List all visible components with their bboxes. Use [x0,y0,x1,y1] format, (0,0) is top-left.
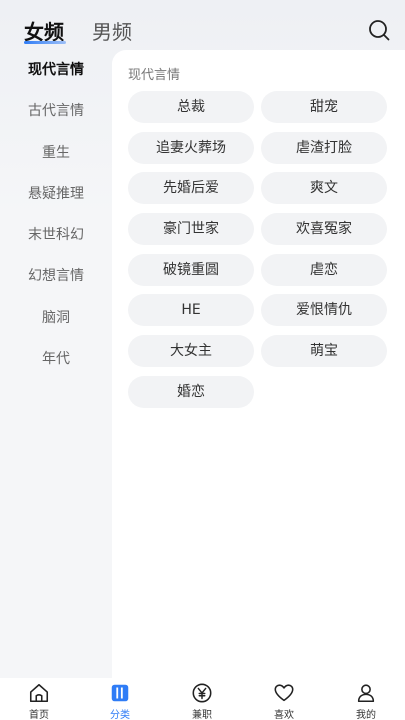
heart-icon [274,684,294,702]
tag-chip[interactable]: 婚恋 [128,376,254,408]
bottom-nav: 首页 分类 兼职 喜欢 我的 [0,678,405,720]
nav-parttime[interactable]: 兼职 [172,682,232,720]
app-screen: 女频 男频 现代言情 古代言情 重生 悬疑推理 末世科幻 幻想言情 脑洞 年代 … [0,0,405,720]
tag-chip[interactable]: 爱恨情仇 [261,294,387,326]
tab-male[interactable]: 男频 [92,16,132,45]
tag-chip[interactable]: 豪门世家 [128,213,254,245]
home-icon [29,683,49,703]
tag-chip[interactable]: 追妻火葬场 [128,132,254,164]
tag-chip[interactable]: 欢喜冤家 [261,213,387,245]
search-icon [369,20,390,41]
sidebar-item-brainhole[interactable]: 脑洞 [0,306,112,330]
nav-home-label: 首页 [29,710,49,720]
tag-chip[interactable]: 甜宠 [261,91,387,123]
nav-parttime-label: 兼职 [192,710,212,720]
tag-chip[interactable]: HE [128,294,254,326]
user-icon [357,684,375,703]
tag-chip[interactable]: 总裁 [128,91,254,123]
tag-chip[interactable]: 先婚后爱 [128,172,254,204]
tag-chip[interactable]: 破镜重圆 [128,254,254,286]
nav-category[interactable]: 分类 [90,682,150,720]
nav-favorites-label: 喜欢 [274,710,294,720]
active-tab-indicator [24,41,66,44]
tag-chip[interactable]: 大女主 [128,335,254,367]
sidebar-item-rebirth[interactable]: 重生 [0,141,112,165]
tag-chip[interactable]: 虐渣打脸 [261,132,387,164]
tag-chip[interactable]: 爽文 [261,172,387,204]
search-button[interactable] [367,18,391,42]
sidebar-item-fantasy-romance[interactable]: 幻想言情 [0,264,112,288]
sidebar-item-mystery[interactable]: 悬疑推理 [0,182,112,206]
category-sidebar: 现代言情 古代言情 重生 悬疑推理 末世科幻 幻想言情 脑洞 年代 [0,50,112,678]
nav-favorites[interactable]: 喜欢 [254,682,314,720]
sidebar-item-modern-romance[interactable]: 现代言情 [0,58,112,82]
sidebar-item-ancient-romance[interactable]: 古代言情 [0,99,112,123]
top-header: 女频 男频 [0,0,405,50]
section-title: 现代言情 [128,68,181,83]
category-icon [111,684,129,702]
yen-icon [192,683,212,703]
sidebar-item-apocalypse-scifi[interactable]: 末世科幻 [0,223,112,247]
tag-panel: 现代言情 总裁 甜宠 追妻火葬场 虐渣打脸 先婚后爱 爽文 豪门世家 欢喜冤家 … [112,50,405,678]
nav-profile-label: 我的 [356,710,376,720]
sidebar-item-era[interactable]: 年代 [0,347,112,371]
nav-profile[interactable]: 我的 [336,682,396,720]
tag-chip[interactable]: 萌宝 [261,335,387,367]
nav-category-label: 分类 [110,710,130,720]
nav-home[interactable]: 首页 [9,682,69,720]
tag-chip[interactable]: 虐恋 [261,254,387,286]
